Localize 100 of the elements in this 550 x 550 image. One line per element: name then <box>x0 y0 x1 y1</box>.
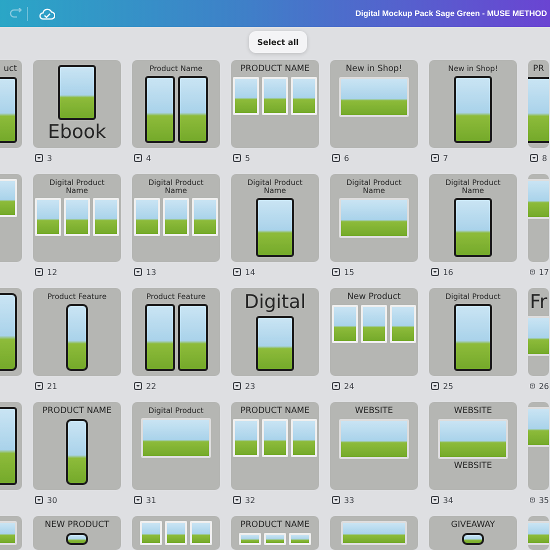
page-number: 31 <box>146 496 156 504</box>
page-thumbnail[interactable] <box>528 516 549 550</box>
page-note-icon[interactable] <box>431 496 439 504</box>
page-note-icon[interactable] <box>332 154 340 162</box>
page-note-icon[interactable] <box>530 154 538 162</box>
page-note-icon[interactable] <box>431 268 439 276</box>
page-number: 3 <box>47 154 52 162</box>
thumbnail-heading: WEBSITE <box>454 407 492 416</box>
page-thumbnail[interactable] <box>0 516 22 550</box>
page-number: 15 <box>344 268 354 276</box>
page-note-icon[interactable] <box>332 382 340 390</box>
page-note-icon[interactable] <box>35 382 43 390</box>
page-thumbnail[interactable]: PRODUCT NAME <box>231 60 319 148</box>
page-note-icon[interactable] <box>134 154 142 162</box>
page-thumbnail[interactable] <box>528 402 549 490</box>
document-title[interactable]: Digital Mockup Pack Sage Green - MUSE METHOD <box>355 9 547 18</box>
page-note-icon[interactable] <box>233 496 241 504</box>
screens-mockup-drawing <box>140 521 212 545</box>
thumbnail-heading: Fr <box>530 293 548 313</box>
thumbnail-heading: PRODUCT NAME <box>42 407 112 416</box>
phone-mockup-drawing <box>462 532 484 545</box>
page-note-icon[interactable] <box>35 268 43 276</box>
thumbnail-heading: WEBSITE <box>454 462 492 471</box>
page-note-icon[interactable] <box>233 154 241 162</box>
page-note-icon[interactable] <box>233 268 241 276</box>
page-thumbnail[interactable] <box>330 516 418 550</box>
page-thumbnail[interactable]: PR <box>528 60 549 148</box>
thumbnail-heading: New Product <box>347 293 401 302</box>
page-thumbnail[interactable] <box>0 402 22 490</box>
page-number: 26 <box>538 382 549 390</box>
tablets-mockup-drawing <box>144 76 208 143</box>
page-number: 32 <box>245 496 256 504</box>
phone-mockup-drawing <box>66 418 88 485</box>
thumbnail-heading: PR <box>532 65 544 74</box>
page-note-icon[interactable] <box>233 382 241 390</box>
landscape-mockup-drawing <box>141 418 211 458</box>
phone-mockup-drawing <box>66 304 88 371</box>
thumbnail-heading: PRODUCT NAME <box>240 521 310 530</box>
page-note-icon[interactable] <box>35 154 43 162</box>
page-number: 13 <box>146 268 156 276</box>
page-number: 14 <box>245 268 256 276</box>
page-thumbnail[interactable]: uct <box>0 60 22 148</box>
page-number: 25 <box>443 382 454 390</box>
landscape-mockup-drawing <box>339 76 409 117</box>
page-number: 16 <box>443 268 454 276</box>
page-note-icon[interactable] <box>530 382 535 390</box>
page-thumbnail[interactable]: Ebook <box>33 60 121 148</box>
page-number: 12 <box>47 268 58 276</box>
page-note-icon[interactable] <box>530 496 535 504</box>
tablet-mockup-drawing <box>256 316 294 371</box>
page-note-icon[interactable] <box>431 154 439 162</box>
page-number: 23 <box>245 382 256 390</box>
page-note-icon[interactable] <box>530 268 535 276</box>
tablet-mockup-drawing <box>454 304 492 371</box>
page-number: 17 <box>538 268 549 276</box>
page-thumbnail[interactable]: New Product <box>330 288 418 376</box>
page-number: 35 <box>538 496 549 504</box>
tablet-mockup-drawing <box>58 65 96 120</box>
page-thumbnail[interactable] <box>528 174 549 262</box>
page-thumbnail[interactable]: GIVEAWAY <box>429 516 517 550</box>
page-number: 6 <box>344 154 350 162</box>
page-number: 22 <box>146 382 156 390</box>
page-thumbnail[interactable]: PRODUCT NAME <box>231 516 319 550</box>
landscape-mockup-drawing <box>438 418 508 459</box>
thumbnail-heading: New in Shop! <box>346 65 402 74</box>
page-number: 21 <box>47 382 58 390</box>
page-thumbnail[interactable]: PRODUCT NAME <box>33 402 121 490</box>
cloud-check-icon[interactable] <box>39 8 55 20</box>
page-note-icon[interactable] <box>332 268 340 276</box>
page-note-icon[interactable] <box>431 382 439 390</box>
thumbnail-heading: PRODUCT NAME <box>240 65 310 74</box>
page-note-icon[interactable] <box>134 496 142 504</box>
thumbnail-heading: uct <box>4 65 17 74</box>
page-number: 4 <box>146 154 152 162</box>
page-number: 30 <box>47 496 58 504</box>
page-number: 5 <box>245 154 250 162</box>
select-all-button[interactable]: Select all <box>249 31 307 53</box>
page-thumbnail[interactable]: Digital <box>231 288 319 376</box>
page-thumbnail[interactable]: WEBSITE WEBSITE <box>429 402 517 490</box>
page-thumbnail[interactable] <box>0 174 22 262</box>
page-thumbnail[interactable]: NEW PRODUCT <box>33 516 121 550</box>
thumbnail-heading: NEW PRODUCT <box>44 521 110 530</box>
thumbnail-heading: Digital <box>244 293 306 313</box>
page-note-icon[interactable] <box>134 268 142 276</box>
page-note-icon[interactable] <box>134 382 142 390</box>
page-note-icon[interactable] <box>35 496 43 504</box>
landscape-mockup-drawing <box>341 521 407 545</box>
page-number: 24 <box>344 382 354 390</box>
page-thumbnail[interactable] <box>132 516 220 550</box>
page-thumbnail[interactable]: PRODUCT NAME <box>231 402 319 490</box>
page-note-icon[interactable] <box>332 496 340 504</box>
page-thumbnail[interactable] <box>0 288 22 376</box>
page-thumbnail[interactable]: Fr <box>528 288 549 376</box>
page-thumbnail[interactable]: WEBSITE <box>330 402 418 490</box>
screens-mockup-drawing <box>239 532 311 545</box>
tablet-mockup-drawing <box>454 76 492 143</box>
page-thumbnail[interactable]: New in Shop! <box>330 60 418 148</box>
page-number: 33 <box>344 496 354 504</box>
page-number: 8 <box>542 154 548 162</box>
phone-mockup-drawing <box>66 532 88 545</box>
